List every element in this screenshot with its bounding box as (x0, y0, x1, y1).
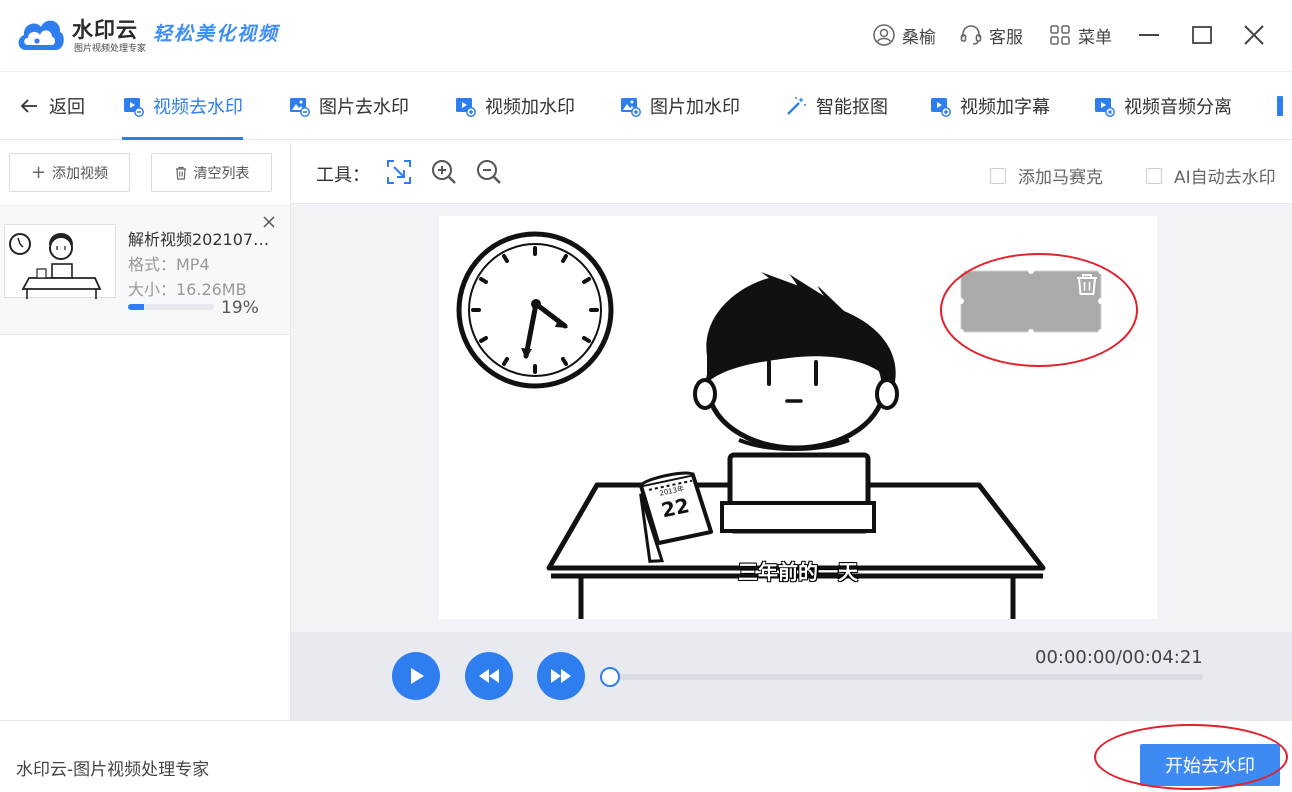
file-format: 格式：MP4 (128, 255, 210, 274)
footer-brand-text: 水印云-图片视频处理专家 (16, 760, 210, 780)
video-subtitle-text: 三年前的一天 (738, 560, 858, 584)
ai-remove-checkbox-box[interactable] (1146, 167, 1162, 184)
back-arrow-icon (20, 99, 37, 113)
tab-overflow-indicator[interactable] (1277, 96, 1283, 116)
add-video-label: 添加视频 (52, 165, 109, 182)
timeline-track[interactable] (609, 674, 1203, 680)
video-preview[interactable]: 22 2013年 三年前的一天 (439, 216, 1157, 619)
tools-label: 工具： (316, 165, 370, 186)
tab-smart-cutout[interactable]: 智能抠图 (785, 72, 888, 140)
tools-bar: 工具： 添加马赛克 AI自动去水印 (291, 141, 1292, 204)
file-progress-percent: 19% (221, 298, 259, 318)
video-add-icon (456, 98, 476, 117)
fast-forward-icon (551, 669, 571, 683)
file-progress-bar (128, 304, 214, 310)
tab-video-add-watermark[interactable]: 视频加水印 (454, 72, 575, 140)
player-controls: 00:00:00/00:04:21 (291, 632, 1292, 720)
start-remove-watermark-button[interactable]: 开始去水印 (1140, 744, 1280, 786)
service-button[interactable]: 客服 (959, 20, 1023, 50)
video-audio-split-icon (1095, 98, 1115, 117)
app-logo-text: 水印云 (72, 18, 138, 42)
file-name: 解析视频2021071... (128, 230, 278, 249)
close-button[interactable] (1239, 20, 1269, 50)
tab-label: 视频音频分离 (1124, 97, 1232, 118)
feature-tab-bar: 返回 视频去水印 图片去水印 视频加水印 图片加水印 智能抠图 视频加字幕 视频… (0, 72, 1292, 140)
play-icon (411, 668, 424, 684)
tab-label: 视频去水印 (153, 97, 243, 118)
trash-icon (175, 166, 186, 180)
video-subtitle-icon (931, 98, 951, 117)
mosaic-checkbox[interactable]: 添加马赛克 (990, 163, 1103, 188)
video-file-item[interactable]: 解析视频2021071... 格式：MP4 大小：16.26MB 19% (0, 205, 290, 335)
tab-label: 视频加水印 (485, 97, 575, 118)
service-label: 客服 (989, 27, 1023, 48)
tab-image-add-watermark[interactable]: 图片加水印 (619, 72, 740, 140)
tab-label: 返回 (49, 97, 85, 118)
file-size: 大小：16.26MB (128, 280, 247, 299)
video-remove-icon (124, 98, 144, 117)
headset-icon (960, 25, 982, 45)
file-progress-fill (128, 304, 145, 310)
image-add-icon (621, 98, 641, 117)
ai-remove-label: AI自动去水印 (1174, 168, 1276, 188)
menu-button[interactable]: 菜单 (1048, 20, 1112, 50)
ai-remove-checkbox[interactable]: AI自动去水印 (1146, 163, 1276, 188)
cloud-logo-icon (18, 20, 64, 50)
tab-video-audio-split[interactable]: 视频音频分离 (1093, 72, 1232, 140)
rewind-button[interactable] (465, 652, 513, 700)
select-region-icon[interactable] (385, 158, 413, 186)
app-logo-subtitle: 图片视频处理专家 (74, 44, 147, 54)
editor-main-area: 工具： 添加马赛克 AI自动去水印 22 2013年 三年前的一天 00:00:… (291, 141, 1292, 720)
timeline-knob[interactable] (600, 667, 620, 687)
tab-back[interactable]: 返回 (18, 72, 85, 140)
grid-menu-icon (1050, 25, 1070, 45)
tab-label: 智能抠图 (816, 97, 888, 118)
remove-file-close-icon[interactable] (259, 212, 279, 232)
time-readout: 00:00:00/00:04:21 (1035, 647, 1203, 668)
video-thumbnail (4, 224, 116, 299)
minimize-icon (1139, 34, 1159, 36)
minimize-button[interactable] (1134, 20, 1164, 50)
maximize-button[interactable] (1187, 20, 1217, 50)
mosaic-label: 添加马赛克 (1018, 168, 1103, 188)
app-slogan: 轻松美化视频 (153, 23, 280, 45)
menu-label: 菜单 (1078, 27, 1112, 48)
tab-video-remove-watermark[interactable]: 视频去水印 (122, 72, 243, 140)
footer-bar: 水印云-图片视频处理专家 开始去水印 (0, 720, 1292, 792)
tab-label: 图片加水印 (650, 97, 740, 118)
tab-video-subtitles[interactable]: 视频加字幕 (929, 72, 1050, 140)
fast-forward-button[interactable] (537, 652, 585, 700)
plus-icon: + (30, 162, 47, 183)
play-button[interactable] (392, 652, 440, 700)
file-list-sidebar: + 添加视频 清空列表 解析视频2021071... 格式：MP4 大小：16.… (0, 141, 291, 720)
clear-list-button[interactable]: 清空列表 (151, 153, 272, 192)
rewind-icon (479, 669, 499, 683)
clear-list-label: 清空列表 (193, 165, 250, 182)
user-name: 桑榆 (902, 27, 936, 48)
title-bar: 水印云 图片视频处理专家 轻松美化视频 桑榆 客服 菜单 (0, 0, 1292, 72)
mosaic-checkbox-box[interactable] (990, 167, 1006, 184)
image-remove-icon (290, 98, 310, 117)
magic-wand-icon (787, 97, 806, 115)
tab-label: 图片去水印 (319, 97, 409, 118)
zoom-in-icon[interactable] (430, 158, 458, 186)
close-icon (1244, 25, 1264, 45)
add-video-button[interactable]: + 添加视频 (9, 153, 130, 192)
user-button[interactable]: 桑榆 (872, 20, 936, 50)
tab-image-remove-watermark[interactable]: 图片去水印 (288, 72, 409, 140)
tab-label: 视频加字幕 (960, 97, 1050, 118)
maximize-icon (1192, 26, 1212, 44)
user-icon (873, 24, 895, 46)
zoom-out-icon[interactable] (475, 158, 503, 186)
